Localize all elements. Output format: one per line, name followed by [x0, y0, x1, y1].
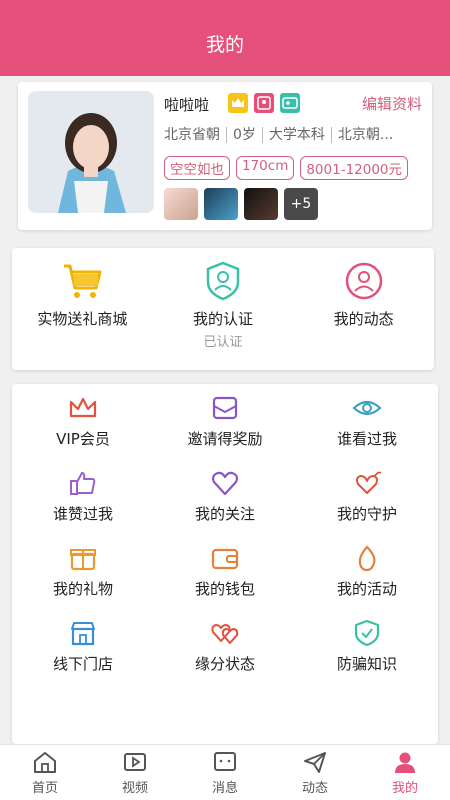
tab-label: 我的: [391, 781, 418, 796]
menu-item-guardian[interactable]: 我的守护: [296, 469, 438, 524]
menu-label: 我的活动: [336, 580, 397, 598]
tab-video[interactable]: 视频: [90, 745, 180, 800]
eye-icon: [352, 400, 382, 416]
avatar[interactable]: [28, 91, 154, 213]
envelope-icon: [212, 396, 238, 420]
send-icon: [304, 752, 326, 773]
tab-label: 消息: [211, 781, 238, 796]
wallet-icon: [211, 548, 239, 570]
tab-mine[interactable]: 我的: [360, 745, 450, 800]
menu-item-activities[interactable]: 我的活动: [296, 544, 438, 599]
photo-thumbnail[interactable]: [164, 188, 198, 220]
video-icon: [124, 753, 146, 771]
menu-label: 线下门店: [52, 655, 113, 673]
tag-status: 空空如也: [164, 156, 230, 180]
info-education: 大学本科: [262, 127, 332, 143]
crown-badge-icon: [228, 93, 248, 113]
thumbs-up-icon: [70, 472, 96, 495]
menu-item-visitors[interactable]: 谁看过我: [296, 394, 438, 449]
verification-status: 已认证: [203, 335, 243, 350]
info-age: 0岁: [227, 127, 263, 143]
tag-height: 170cm: [236, 156, 295, 180]
menu-label: VIP会员: [56, 430, 110, 448]
menu-item-vip[interactable]: VIP会员: [12, 394, 154, 449]
tab-label: 视频: [121, 781, 148, 796]
heart-icon: [212, 471, 238, 496]
profile-name: 啦啦啦: [164, 96, 210, 114]
app-header: 我的: [0, 0, 450, 76]
menu-label: 我的礼物: [52, 580, 113, 598]
my-verification-item[interactable]: 我的认证 已认证: [153, 260, 294, 350]
menu-label: 我的关注: [194, 505, 255, 523]
menu-item-gifts[interactable]: 我的礼物: [12, 544, 154, 599]
menu-item-fate-status[interactable]: 缘分状态: [154, 619, 296, 674]
profile-tags: 空空如也 170cm 8001-12000元: [164, 156, 409, 180]
service-label: 我的认证: [192, 310, 253, 328]
menu-label: 谁看过我: [336, 430, 397, 448]
tab-moments[interactable]: 动态: [270, 745, 360, 800]
profile-info: 北京省朝 0岁 大学本科 北京朝...: [164, 124, 424, 144]
menu-label: 我的守护: [336, 505, 397, 523]
menu-item-stores[interactable]: 线下门店: [12, 619, 154, 674]
gift-icon: [70, 549, 96, 571]
flame-icon: [358, 545, 376, 572]
info-city: 北京朝...: [337, 127, 394, 143]
menu-label: 谁赞过我: [52, 505, 113, 523]
tab-messages[interactable]: 消息: [180, 745, 270, 800]
bottom-tab-bar: 首页 视频 消息 动态 我的: [0, 744, 450, 800]
tag-income: 8001-12000元: [300, 156, 409, 180]
shield-check-icon: [354, 619, 380, 647]
shopping-cart-icon: [64, 264, 102, 298]
my-moments-item[interactable]: 我的动态: [293, 260, 434, 350]
menu-item-anti-fraud[interactable]: 防骗知识: [296, 619, 438, 674]
more-photos-button[interactable]: +5: [284, 188, 318, 220]
tab-label: 首页: [31, 781, 58, 796]
crown-icon: [69, 397, 97, 418]
menu-item-likes[interactable]: 谁赞过我: [12, 469, 154, 524]
service-label: 我的动态: [333, 310, 394, 328]
gift-mall-item[interactable]: 实物送礼商城: [12, 260, 153, 350]
user-icon: [395, 752, 415, 773]
verified-user-badge-icon: [254, 93, 274, 113]
menu-label: 防骗知识: [336, 655, 397, 673]
menu-card: VIP会员 邀请得奖励 谁看过我 谁赞过我 我的关注 我的守护 我的礼物 我的钱…: [12, 384, 438, 744]
services-card: 实物送礼商城 我的认证 已认证 我的动态: [12, 248, 434, 370]
edit-profile-link[interactable]: 编辑资料: [362, 93, 422, 114]
id-card-badge-icon: [280, 93, 300, 113]
home-icon: [34, 752, 56, 773]
page-title: 我的: [205, 34, 244, 56]
menu-label: 缘分状态: [194, 655, 255, 673]
store-icon: [71, 622, 95, 646]
menu-label: 邀请得奖励: [187, 430, 263, 448]
double-heart-icon: [211, 624, 239, 644]
menu-item-wallet[interactable]: 我的钱包: [154, 544, 296, 599]
wings-icon: [356, 471, 382, 494]
camera-person-icon: [345, 262, 382, 300]
profile-card[interactable]: 啦啦啦 编辑资料 北京省朝 0岁 大学本科 北京朝... 空空如也 170cm 800…: [18, 82, 432, 230]
shield-person-icon: [206, 261, 240, 301]
tab-label: 动态: [301, 781, 328, 796]
menu-item-following[interactable]: 我的关注: [154, 469, 296, 524]
service-label: 实物送礼商城: [37, 310, 128, 328]
message-icon: [214, 752, 236, 771]
photo-thumbnails: +5: [164, 188, 318, 220]
tab-home[interactable]: 首页: [0, 745, 90, 800]
info-location: 北京省朝: [164, 127, 227, 143]
photo-thumbnail[interactable]: [244, 188, 278, 220]
photo-thumbnail[interactable]: [204, 188, 238, 220]
menu-label: 我的钱包: [194, 580, 255, 598]
menu-item-invite[interactable]: 邀请得奖励: [154, 394, 296, 449]
